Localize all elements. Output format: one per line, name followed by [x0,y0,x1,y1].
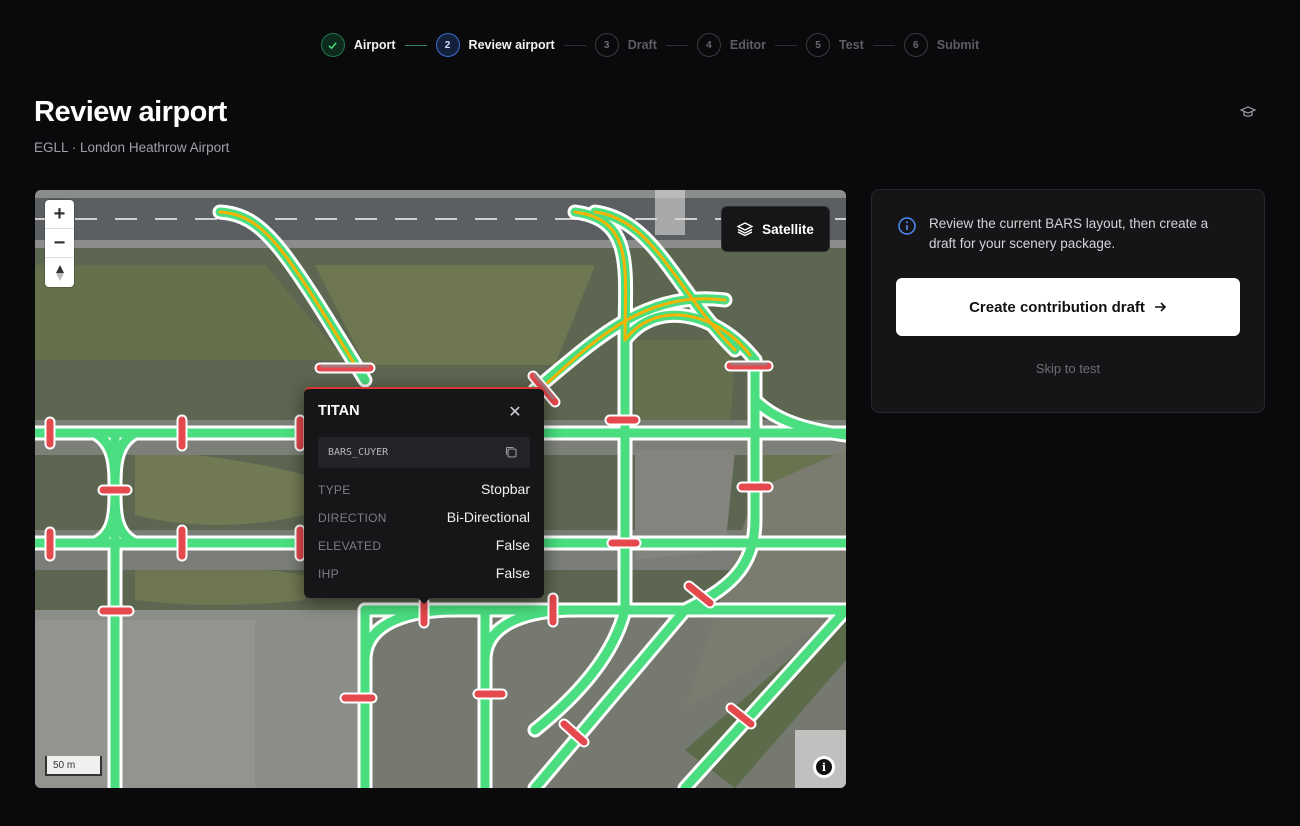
step-connector [774,44,797,46]
step-connector [872,44,895,46]
arrow-right-icon [1154,302,1167,312]
step-label: Submit [936,38,980,52]
step-label: Test [838,38,864,52]
airport-subtitle: EGLL · London Heathrow Airport [34,140,230,155]
property-key: ELEVATED [318,539,382,553]
step-number: 5 [805,33,830,57]
step-label: Draft [627,38,657,52]
copy-icon[interactable] [504,445,518,459]
property-row-type: TYPE Stopbar [318,481,530,499]
step-connector [665,44,688,46]
step-submit[interactable]: 6 Submit [903,33,980,57]
progress-stepper: Airport 2 Review airport 3 Draft 4 Edito… [0,33,1300,57]
popup-tail [418,598,430,604]
step-label: Airport [353,38,396,52]
property-row-direction: DIRECTION Bi-Directional [318,509,530,527]
step-number: 6 [903,33,928,57]
property-value: False [495,565,530,581]
step-number: 2 [435,33,460,57]
object-id-field: BARS_CUYER [318,437,530,468]
step-editor[interactable]: 4 Editor [696,33,766,57]
property-row-elevated: ELEVATED False [318,537,530,555]
close-icon[interactable]: ✕ [507,405,523,421]
layer-toggle-button[interactable]: Satellite [721,206,830,252]
airport-map[interactable]: + − Satellite 50 m i TITAN ✕ BARS_CUYER … [35,190,846,788]
layer-toggle-label: Satellite [762,221,814,237]
object-id: BARS_CUYER [328,447,389,458]
skip-to-test-link[interactable]: Skip to test [872,361,1264,376]
compass-button[interactable] [45,258,74,287]
attribution-button[interactable]: i [813,756,835,778]
step-test[interactable]: 5 Test [805,33,864,57]
page-title: Review airport [34,96,227,128]
property-key: TYPE [318,483,351,497]
step-label: Editor [729,38,766,52]
create-draft-button[interactable]: Create contribution draft [896,278,1240,336]
step-connector [404,44,427,46]
compass-icon [55,264,64,281]
property-value: False [495,537,530,553]
step-airport[interactable]: Airport [320,33,396,57]
property-value: Bi-Directional [446,509,530,525]
graduation-cap-icon[interactable] [1238,103,1258,121]
property-value: Stopbar [480,481,530,497]
check-icon [320,33,345,57]
step-draft[interactable]: 3 Draft [594,33,657,57]
zoom-in-button[interactable]: + [45,200,74,229]
info-icon: i [816,759,832,775]
step-number: 3 [594,33,619,57]
zoom-out-button[interactable]: − [45,229,74,258]
layers-icon [737,222,754,237]
panel-message: Review the current BARS layout, then cre… [929,216,1209,251]
step-review-airport[interactable]: 2 Review airport [435,33,555,57]
property-row-ihp: IHP False [318,565,530,583]
zoom-control: + − [45,200,74,287]
info-icon [898,217,916,235]
property-key: DIRECTION [318,511,387,525]
step-label: Review airport [468,38,555,52]
object-popup: TITAN ✕ BARS_CUYER TYPE Stopbar DIRECTIO… [304,387,544,604]
create-draft-label: Create contribution draft [969,298,1145,316]
popup-title: TITAN [318,403,360,419]
action-panel: Review the current BARS layout, then cre… [871,189,1265,413]
step-number: 4 [696,33,721,57]
property-key: IHP [318,567,339,581]
scale-bar: 50 m [45,756,102,776]
step-connector [563,44,586,46]
